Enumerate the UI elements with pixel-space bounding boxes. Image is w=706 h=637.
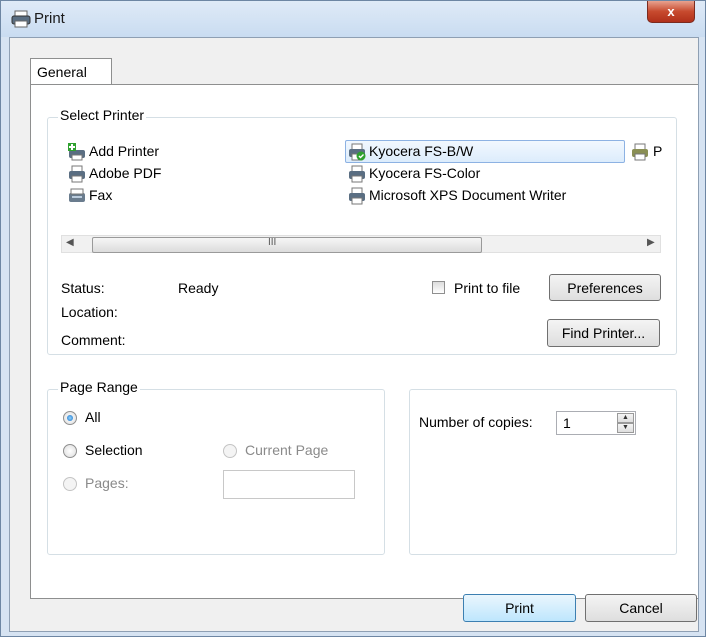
cancel-button[interactable]: Cancel [585,594,697,622]
printer-microsoft-xps[interactable]: Microsoft XPS Document Writer [369,187,566,203]
printer-icon [11,10,31,28]
close-icon: x [667,4,675,19]
location-label: Location: [61,304,118,320]
printer-fax[interactable]: Fax [89,187,112,203]
tab-general[interactable]: General [30,58,112,84]
print-to-file-label[interactable]: Print to file [454,280,520,296]
copies-value[interactable]: 1 [563,415,571,431]
preferences-button[interactable]: Preferences [549,274,661,301]
spin-down-icon[interactable]: ▼ [617,423,634,433]
scrollbar-thumb[interactable]: III [92,237,482,253]
print-button[interactable]: Print [463,594,576,622]
copies-label: Number of copies: [419,414,533,430]
printer-list-scrollbar[interactable]: ◀ III ▶ [61,235,661,253]
printer-kyocera-fs-color[interactable]: Kyocera FS-Color [369,165,480,181]
printer-icon [632,143,648,161]
printer-icon [69,165,85,183]
printer-kyocera-fs-bw[interactable]: Kyocera FS-B/W [369,143,473,159]
thumb-grip: III [268,237,277,248]
printer-clipped[interactable]: P [653,143,662,159]
print-to-file-checkbox[interactable] [432,281,445,294]
find-printer-button[interactable]: Find Printer... [547,319,660,347]
title-bar[interactable]: Print x [1,1,705,37]
tab-label: General [37,64,87,80]
spin-up-icon[interactable]: ▲ [617,413,634,423]
print-dialog: Print x General Select Printer Add Print… [0,0,706,637]
scroll-right-arrow-icon[interactable]: ▶ [647,237,655,248]
radio-all[interactable] [63,411,77,425]
current-page-label[interactable]: Current Page [245,442,328,458]
pages-input[interactable] [223,470,355,499]
select-printer-legend: Select Printer [58,107,147,123]
copies-spinner[interactable]: 1 ▲ ▼ [556,411,636,435]
printer-add-printer[interactable]: Add Printer [89,143,159,159]
printer-icon [349,165,365,183]
radio-selection[interactable] [63,444,77,458]
close-button[interactable]: x [647,1,695,23]
all-label[interactable]: All [85,409,101,425]
status-label: Status: [61,280,105,296]
fax-icon [69,188,85,202]
printer-adobe-pdf[interactable]: Adobe PDF [89,165,161,181]
comment-label: Comment: [61,332,126,348]
radio-current-page[interactable] [223,444,237,458]
add-printer-icon [68,143,85,161]
radio-pages[interactable] [63,477,77,491]
window-title: Print [34,10,65,27]
scroll-left-arrow-icon[interactable]: ◀ [66,237,74,248]
selection-label[interactable]: Selection [85,442,143,458]
status-value: Ready [178,280,219,296]
default-printer-icon [349,143,366,161]
pages-label[interactable]: Pages: [85,475,129,491]
page-range-legend: Page Range [58,379,140,395]
spin-buttons[interactable]: ▲ ▼ [617,413,634,433]
printer-icon [349,187,365,205]
